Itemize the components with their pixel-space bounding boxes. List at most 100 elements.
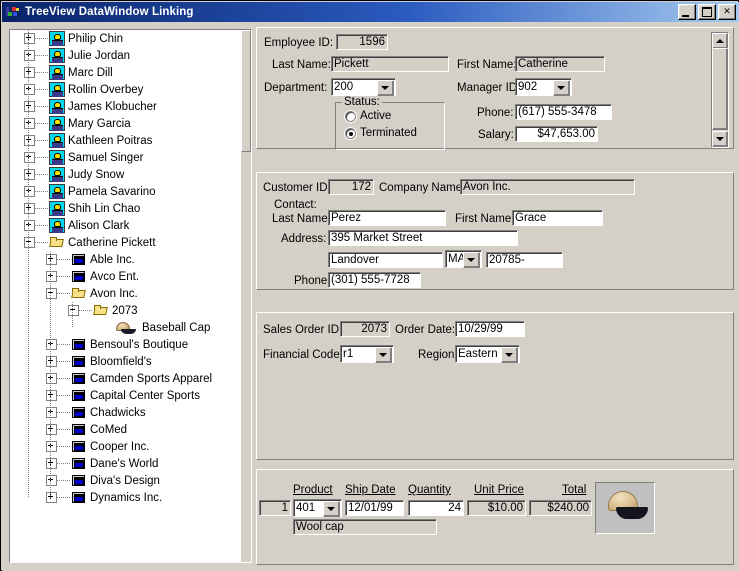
minimize-button[interactable] xyxy=(678,4,696,20)
tree-item[interactable]: Capital Center Sports xyxy=(10,387,241,404)
expand-icon[interactable] xyxy=(24,152,35,163)
order-region-combo[interactable]: Eastern xyxy=(455,345,520,363)
tree-item[interactable]: Samuel Singer xyxy=(10,149,241,166)
close-button[interactable]: ✕ xyxy=(718,4,736,20)
chevron-down-icon[interactable] xyxy=(463,252,480,268)
tree-item[interactable]: Able Inc. xyxy=(10,251,241,268)
tree-connector xyxy=(35,191,48,192)
lineitem-shipdate-field[interactable]: 12/01/99 xyxy=(345,500,404,516)
maximize-button[interactable] xyxy=(698,4,716,20)
tree-item[interactable]: Bloomfield's xyxy=(10,353,241,370)
customer-firstname-field[interactable]: Grace xyxy=(512,210,603,226)
status-active-radio[interactable]: Active xyxy=(345,110,391,122)
expand-icon[interactable] xyxy=(24,118,35,129)
tree-item[interactable]: Marc Dill xyxy=(10,64,241,81)
expand-icon[interactable] xyxy=(24,67,35,78)
expand-icon[interactable] xyxy=(24,186,35,197)
treeview[interactable]: Philip Chin Julie Jordan Marc Dill Rollin O… xyxy=(10,30,241,562)
expand-icon[interactable] xyxy=(46,458,57,469)
tree-scrollbar[interactable] xyxy=(241,30,251,562)
company-icon xyxy=(71,405,87,420)
expand-icon[interactable] xyxy=(46,441,57,452)
expand-icon[interactable] xyxy=(24,135,35,146)
scroll-down-button[interactable] xyxy=(712,131,728,147)
tree-item[interactable]: Catherine Pickett xyxy=(10,234,241,251)
tree-item[interactable]: Alison Clark xyxy=(10,217,241,234)
lineitem-unitprice-value: $10.00 xyxy=(467,500,526,516)
expand-icon[interactable] xyxy=(24,84,35,95)
employee-salary-field[interactable]: $47,653.00 xyxy=(515,126,598,142)
employee-manager-combo[interactable]: 902 xyxy=(515,78,572,96)
customer-firstname-label: First Name: xyxy=(455,213,515,225)
chevron-down-icon[interactable] xyxy=(377,80,394,96)
title-bar[interactable]: TreeView DataWindow Linking ✕ xyxy=(2,2,739,22)
header-product: Product xyxy=(293,484,333,496)
tree-item[interactable]: Diva's Design xyxy=(10,472,241,489)
customer-address-field[interactable]: 395 Market Street xyxy=(328,230,518,246)
expand-icon[interactable] xyxy=(46,339,57,350)
employee-phone-field[interactable]: (617) 555-3478 xyxy=(515,104,612,120)
tree-item[interactable]: Camden Sports Apparel xyxy=(10,370,241,387)
tree-item[interactable]: Avco Ent. xyxy=(10,268,241,285)
collapse-icon[interactable] xyxy=(24,237,35,248)
employee-firstname-field[interactable]: Catherine xyxy=(515,56,605,72)
lineitem-quantity-field[interactable]: 24 xyxy=(408,500,464,516)
order-fincode-combo[interactable]: r1 xyxy=(340,345,394,363)
customer-lastname-field[interactable]: Perez xyxy=(328,210,446,226)
tree-item[interactable]: Chadwicks xyxy=(10,404,241,421)
chevron-down-icon[interactable] xyxy=(553,80,570,96)
tree-item[interactable]: James Klobucher xyxy=(10,98,241,115)
expand-icon[interactable] xyxy=(46,271,57,282)
tree-item[interactable]: 2073 xyxy=(10,302,241,319)
tree-item[interactable]: Baseball Cap xyxy=(10,319,241,336)
collapse-icon[interactable] xyxy=(68,305,79,316)
lineitem-product-combo[interactable]: 401 xyxy=(293,499,342,517)
expand-icon[interactable] xyxy=(46,254,57,265)
scroll-up-button[interactable] xyxy=(712,33,728,49)
employee-scrollbar[interactable] xyxy=(711,32,729,148)
tree-item[interactable]: Dane's World xyxy=(10,455,241,472)
chevron-down-icon[interactable] xyxy=(501,347,518,363)
expand-icon[interactable] xyxy=(24,101,35,112)
order-date-field[interactable]: 10/29/99 xyxy=(455,321,525,337)
customer-company-field[interactable]: Avon Inc. xyxy=(460,179,635,195)
tree-item[interactable]: Cooper Inc. xyxy=(10,438,241,455)
expand-icon[interactable] xyxy=(24,50,35,61)
tree-item[interactable]: CoMed xyxy=(10,421,241,438)
expand-icon[interactable] xyxy=(46,373,57,384)
expand-icon[interactable] xyxy=(46,424,57,435)
chevron-down-icon[interactable] xyxy=(375,347,392,363)
tree-item[interactable]: Bensoul's Boutique xyxy=(10,336,241,353)
expand-icon[interactable] xyxy=(24,203,35,214)
tree-item[interactable]: Julie Jordan xyxy=(10,47,241,64)
customer-phone-field[interactable]: (301) 555-7728 xyxy=(328,272,421,288)
expand-icon[interactable] xyxy=(24,33,35,44)
expand-icon[interactable] xyxy=(24,169,35,180)
tree-item[interactable]: Avon Inc. xyxy=(10,285,241,302)
expand-icon[interactable] xyxy=(46,492,57,503)
tree-item[interactable]: Judy Snow xyxy=(10,166,241,183)
tree-item[interactable]: Shih Lin Chao xyxy=(10,200,241,217)
tree-item[interactable]: Pamela Savarino xyxy=(10,183,241,200)
tree-scrollbar-thumb[interactable] xyxy=(241,30,251,152)
employee-department-combo[interactable]: 200 xyxy=(331,78,396,96)
tree-item[interactable]: Kathleen Poitras xyxy=(10,132,241,149)
collapse-icon[interactable] xyxy=(46,288,57,299)
expand-icon[interactable] xyxy=(46,407,57,418)
customer-zip-field[interactable]: 20785- xyxy=(486,252,563,268)
tree-item[interactable]: Rollin Overbey xyxy=(10,81,241,98)
chevron-down-icon[interactable] xyxy=(323,501,340,517)
employee-lastname-field[interactable]: Pickett xyxy=(331,56,449,72)
treeview-panel[interactable]: Philip Chin Julie Jordan Marc Dill Rollin O… xyxy=(9,29,252,563)
customer-state-combo[interactable]: MA xyxy=(445,250,482,268)
tree-item[interactable]: Mary Garcia xyxy=(10,115,241,132)
status-terminated-radio[interactable]: Terminated xyxy=(345,127,417,139)
employee-scrollbar-thumb[interactable] xyxy=(712,48,728,130)
tree-item[interactable]: Dynamics Inc. xyxy=(10,489,241,506)
tree-item[interactable]: Philip Chin xyxy=(10,30,241,47)
expand-icon[interactable] xyxy=(24,220,35,231)
expand-icon[interactable] xyxy=(46,390,57,401)
expand-icon[interactable] xyxy=(46,356,57,367)
customer-city-field[interactable]: Landover xyxy=(328,252,443,268)
expand-icon[interactable] xyxy=(46,475,57,486)
